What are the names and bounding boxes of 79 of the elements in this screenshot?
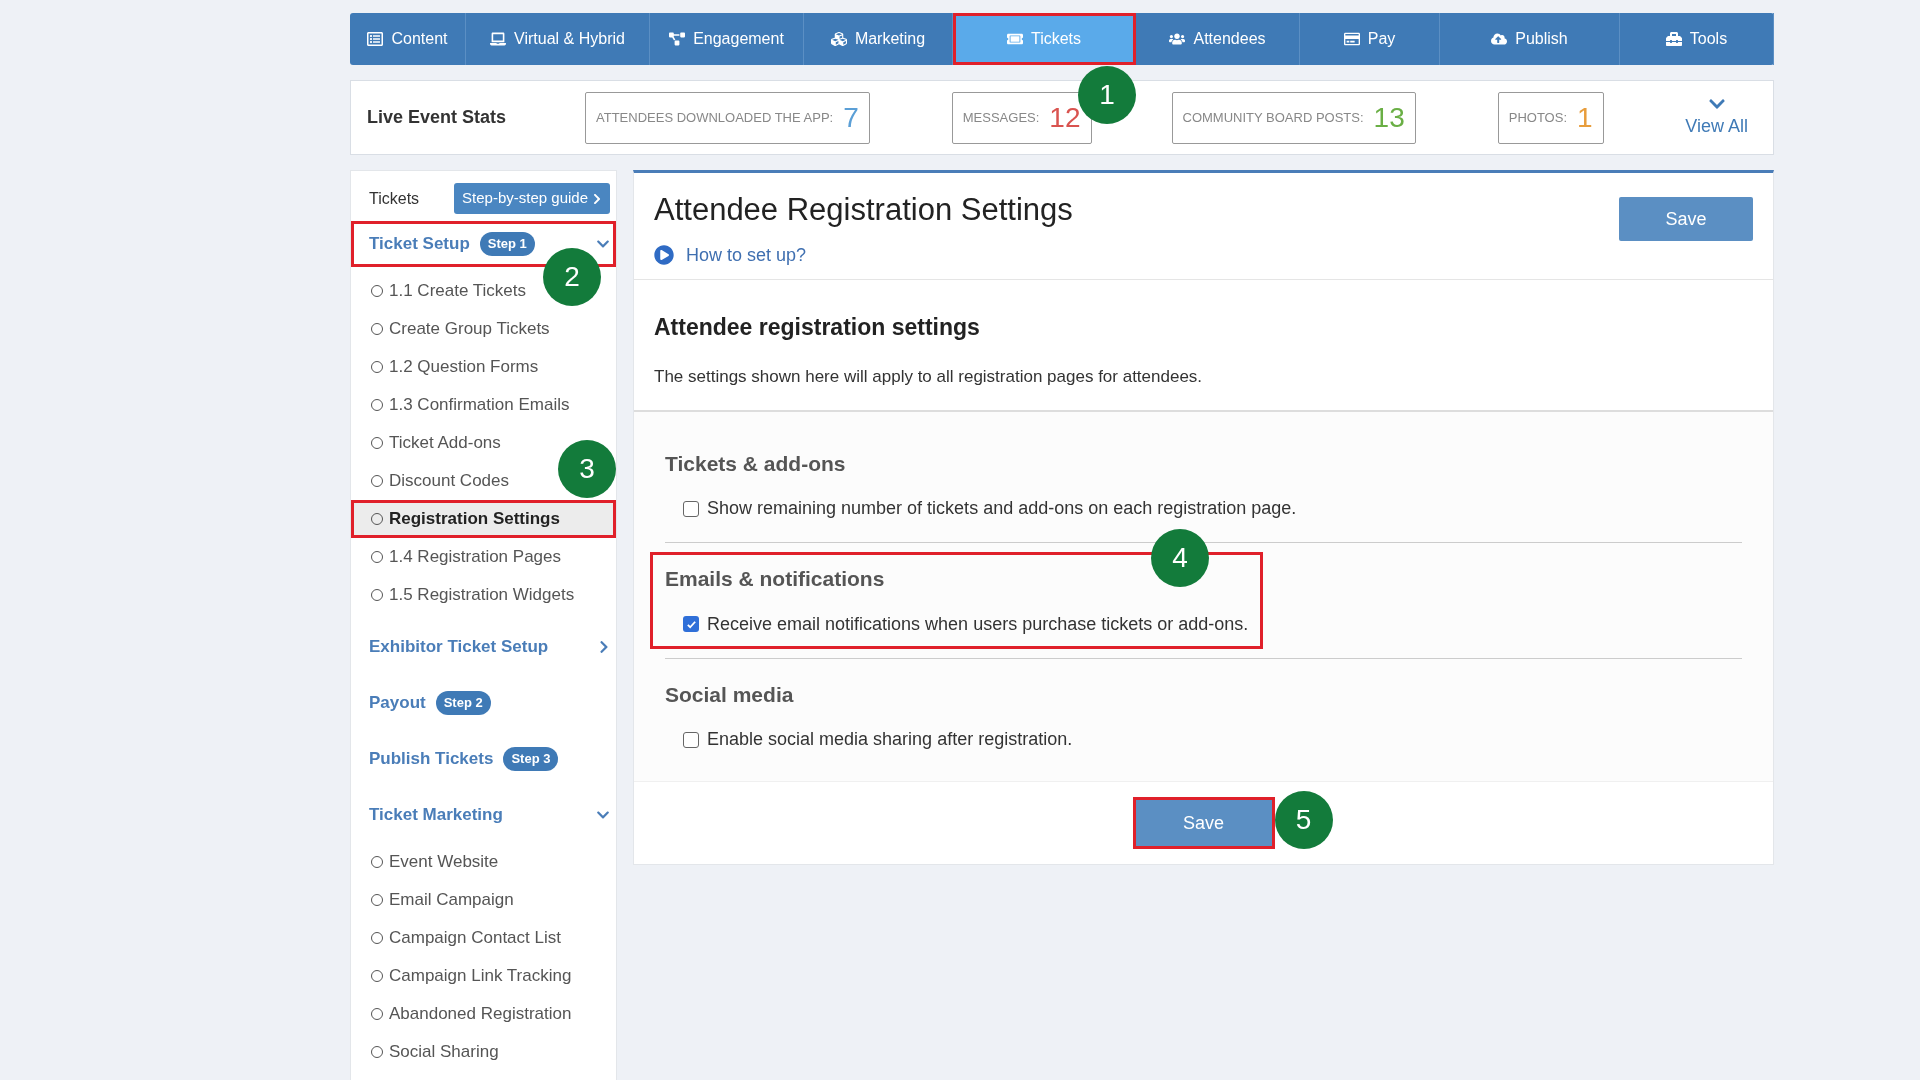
- stat-label: MESSAGES:: [962, 108, 1040, 127]
- callout-number: 1: [1078, 66, 1136, 124]
- stat-value: 12: [1049, 100, 1081, 135]
- sidebar-item[interactable]: 1.3 Confirmation Emails: [351, 386, 590, 424]
- nav-tab[interactable]: Content: [350, 13, 466, 65]
- nav-tab[interactable]: Publish: [1440, 13, 1620, 65]
- credit-card-icon: [1343, 31, 1360, 47]
- laptop-icon: [490, 31, 507, 47]
- list-icon: [367, 31, 384, 47]
- sidebar-item[interactable]: Registration Settings: [351, 500, 616, 538]
- group-title: Payout: [369, 692, 426, 715]
- callout-number: 4: [1151, 529, 1209, 587]
- group-title: Publish Tickets: [369, 748, 494, 771]
- group-title: Exhibitor Ticket Setup: [369, 636, 549, 659]
- sidebar-item[interactable]: Abandoned Registration: [351, 995, 592, 1033]
- stat-label: COMMUNITY BOARD POSTS:: [1182, 108, 1364, 127]
- checkbox-option[interactable]: Enable social media sharing after registration.: [683, 726, 1073, 753]
- callout-number: 3: [558, 440, 616, 498]
- checkbox-option[interactable]: Show remaining number of tickets and add-ons on each registration page.: [683, 495, 1297, 522]
- checkbox[interactable]: [683, 731, 699, 748]
- help-link[interactable]: How to set up?: [654, 241, 1073, 269]
- sidebar-item[interactable]: 1.1 Create Tickets: [351, 272, 546, 310]
- group-title: Ticket Marketing: [369, 804, 503, 827]
- nav-tab[interactable]: Engagement: [650, 13, 804, 65]
- play-icon: [654, 245, 674, 265]
- stat-value: 1: [1577, 100, 1593, 135]
- page-title: Attendee Registration Settings: [654, 191, 1073, 229]
- stat-label: ATTENDEES DOWNLOADED THE APP:: [596, 108, 834, 127]
- check-icon: [685, 618, 697, 630]
- sidebar-item[interactable]: 1.4 Registration Pages: [351, 538, 581, 576]
- cubes-icon: [830, 31, 847, 47]
- sidebar-title: Tickets: [369, 188, 420, 209]
- step-badge: Step 1: [479, 232, 535, 256]
- network-icon: [669, 31, 686, 47]
- sidebar-item[interactable]: Ticket Add-ons: [351, 424, 521, 462]
- group-heading: Emails & notifications: [665, 566, 886, 592]
- sidebar-group-header[interactable]: Publish Tickets Step 3: [351, 736, 616, 782]
- nav-tab[interactable]: Virtual & Hybrid: [466, 13, 650, 65]
- sidebar-item[interactable]: Email Campaign: [351, 881, 534, 919]
- sidebar-group-header[interactable]: Ticket Marketing: [351, 792, 616, 838]
- guide-button[interactable]: Step-by-step guide: [454, 183, 610, 214]
- group-heading: Tickets & add-ons: [665, 450, 847, 477]
- callout-number: 5: [1274, 791, 1333, 849]
- chevron-right-icon: [598, 640, 610, 654]
- nav-tab[interactable]: Pay: [1300, 13, 1440, 65]
- group-title: Ticket Setup: [369, 233, 470, 256]
- checkbox[interactable]: [683, 616, 699, 632]
- sidebar-item[interactable]: 1.2 Question Forms: [351, 348, 559, 386]
- sidebar-item[interactable]: Social Sharing: [351, 1033, 519, 1071]
- sidebar-item[interactable]: Discount Codes: [351, 462, 529, 500]
- save-button[interactable]: Save: [1135, 800, 1272, 846]
- sidebar-item[interactable]: Create Group Tickets: [351, 310, 570, 348]
- sidebar-item[interactable]: Event Website: [351, 843, 519, 881]
- ticket-icon: [1006, 31, 1023, 47]
- sidebar-item[interactable]: 1.5 Registration Widgets: [351, 576, 595, 614]
- save-button[interactable]: Save: [1619, 197, 1753, 241]
- nav-tab[interactable]: Attendees: [1136, 13, 1300, 65]
- sidebar-item[interactable]: Campaign Contact List: [351, 919, 581, 957]
- view-all-button[interactable]: View All: [1685, 95, 1748, 140]
- group-heading: Social media: [665, 681, 795, 708]
- checkbox[interactable]: [683, 500, 699, 517]
- checkbox-option[interactable]: Receive email notifications when users purchase tickets or add-ons.: [683, 610, 1249, 638]
- stat-value: 13: [1373, 100, 1405, 135]
- stat-value: 7: [843, 100, 859, 135]
- chevron-right-icon: [592, 192, 602, 205]
- toolbox-icon: [1665, 31, 1682, 47]
- sidebar-group-header[interactable]: Payout Step 2: [351, 680, 616, 726]
- stats-title: Live Event Stats: [367, 106, 508, 129]
- stat-label: PHOTOS:: [1508, 108, 1567, 127]
- step-badge: Step 2: [435, 691, 491, 715]
- sidebar-group-header[interactable]: Exhibitor Ticket Setup: [351, 624, 616, 670]
- section-heading: Attendee registration settings: [654, 312, 981, 342]
- sidebar-item[interactable]: Campaign Link Tracking: [351, 957, 592, 995]
- callout-number: 2: [543, 248, 601, 306]
- users-icon: [1169, 31, 1186, 47]
- description-text: The settings shown here will apply to all registration pages for attendees.: [654, 366, 1204, 388]
- cloud-upload-icon: [1491, 31, 1508, 47]
- step-badge: Step 3: [503, 747, 559, 771]
- nav-tab[interactable]: Tools: [1620, 13, 1774, 65]
